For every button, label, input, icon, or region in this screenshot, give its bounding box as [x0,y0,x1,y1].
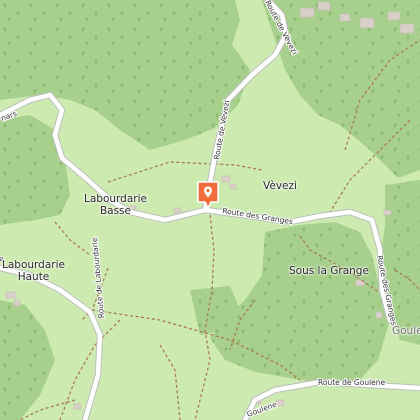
map-pin-icon [197,181,219,209]
place-labourdarie-haute: Labourdarie Haute [2,259,65,283]
place-line: Labourdarie [84,193,147,205]
map-view[interactable]: Route de Vèvezi Route de Vèvezi Route de… [0,0,420,420]
place-vevezi: Vèvezi [263,180,297,192]
place-line: Basse [99,205,131,217]
place-line: Labourdarie [2,259,65,271]
place-labourdarie-basse: Labourdarie Basse [84,193,147,217]
place-line: Goule [392,325,420,337]
map-canvas[interactable]: Route de Vèvezi Route de Vèvezi Route de… [0,0,420,420]
place-line: Vèvezi [263,180,297,192]
place-goulene: Goule [392,325,420,337]
place-sous-la-grange: Sous la Grange [289,265,369,277]
location-marker[interactable] [196,180,220,210]
place-line: Sous la Grange [289,265,369,277]
place-line: Haute [17,271,50,283]
label-route-de-goulene: Route de Goulene [318,378,386,387]
